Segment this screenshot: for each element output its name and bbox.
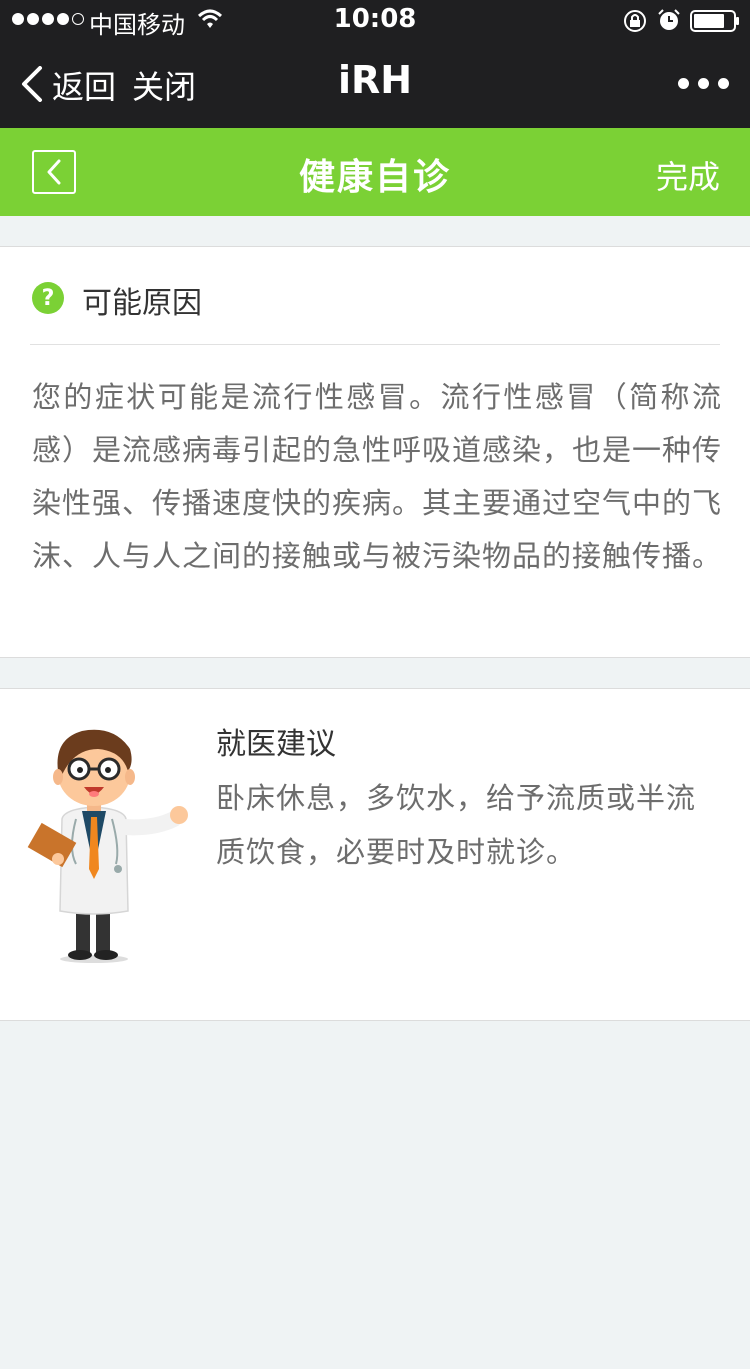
alarm-icon	[658, 9, 680, 30]
app-header-title: 健康自诊	[298, 157, 451, 198]
medical-advice-text: 卧床休息，多饮水，给予流质或半流质饮食，必要时及时就诊。	[216, 781, 697, 869]
possible-cause-title: 可能原因	[82, 286, 202, 321]
divider	[30, 344, 720, 345]
wechat-nav-bar: 返回 关闭 iRH	[0, 40, 750, 128]
medical-advice-card: 就医建议 卧床休息，多饮水，给予流质或半流质饮食，必要时及时就诊。	[0, 688, 750, 1021]
status-bar: 中国移动 10:08	[0, 0, 750, 40]
page-title: iRH	[337, 58, 413, 102]
battery-icon	[690, 10, 739, 32]
possible-cause-card: ? 可能原因 您的症状可能是流行性感冒。流行性感冒（简称流感）是流感病毒引起的急…	[0, 246, 750, 658]
doctor-illustration-icon	[27, 729, 188, 963]
question-circle-icon: ?	[32, 282, 64, 314]
app-header: 健康自诊 完成	[0, 128, 750, 216]
top-bar: 中国移动 10:08 返回 关闭 iRH	[0, 0, 750, 128]
rotation-lock-icon	[624, 10, 646, 32]
done-button[interactable]: 完成	[656, 152, 720, 198]
more-options-icon[interactable]	[678, 78, 729, 89]
possible-cause-text: 您的症状可能是流行性感冒。流行性感冒（简称流感）是流感病毒引起的急性呼吸道感染，…	[32, 380, 723, 573]
medical-advice-title: 就医建议	[216, 727, 336, 762]
